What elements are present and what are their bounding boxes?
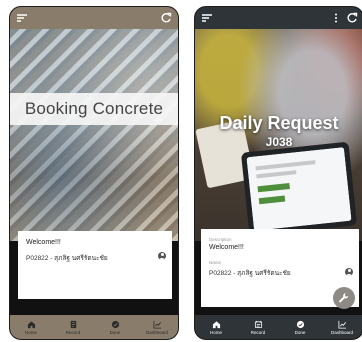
nav-done[interactable]: Done xyxy=(94,315,136,339)
bottom-navigation: Home Record Done Dashboard xyxy=(195,315,362,339)
welcome-card: Welcome!!! P02822 - สุภสิฐ นศรีรัตนะชัย xyxy=(18,231,172,299)
hero-image: Daily Request J038 xyxy=(195,29,362,241)
record-icon xyxy=(254,320,262,328)
more-vertical-icon[interactable] xyxy=(329,11,343,25)
project-code: J038 xyxy=(265,135,293,149)
hero-image xyxy=(10,29,178,241)
nav-dashboard-label: Dashboard xyxy=(330,329,353,335)
top-bar xyxy=(195,7,362,29)
top-bar xyxy=(10,7,178,29)
home-icon xyxy=(27,320,35,328)
welcome-text: Welcome!!! xyxy=(26,239,61,246)
person-icon[interactable] xyxy=(345,268,353,276)
nav-home-label: Home xyxy=(24,329,37,335)
home-icon xyxy=(212,320,220,328)
nav-done-label: Done xyxy=(109,329,121,335)
tablet-shape xyxy=(240,141,358,237)
refresh-icon[interactable] xyxy=(159,11,173,25)
name-label: Name xyxy=(209,260,222,265)
nav-record-label: Record xyxy=(250,329,266,335)
record-icon xyxy=(70,320,76,328)
nav-home-label: Home xyxy=(209,329,222,335)
nav-done[interactable]: Done xyxy=(279,315,321,339)
daily-request-phone: Daily Request J038 Description Welcome!!… xyxy=(194,6,362,340)
wrench-icon xyxy=(339,293,349,303)
nav-dashboard[interactable]: Dashboard xyxy=(321,315,362,339)
chart-icon xyxy=(152,320,161,329)
nav-record-label: Record xyxy=(65,329,81,335)
app-title: Booking Concrete xyxy=(24,99,164,118)
sort-menu-icon[interactable] xyxy=(15,11,29,25)
refresh-icon[interactable] xyxy=(345,11,359,25)
bottom-navigation: Home Record Done Dashboard xyxy=(10,315,178,339)
nav-dashboard-label: Dashboard xyxy=(145,329,168,335)
nav-home[interactable]: Home xyxy=(10,315,52,339)
welcome-text: Welcome!!! xyxy=(209,244,244,251)
nav-done-label: Done xyxy=(294,329,306,335)
nav-dashboard[interactable]: Dashboard xyxy=(136,315,178,339)
app-title: Daily Request xyxy=(219,113,339,133)
user-name: P02822 - สุภสิฐ นศรีรัตนะชัย xyxy=(26,255,108,262)
nav-record[interactable]: Record xyxy=(52,315,94,339)
app-banner: Booking Concrete xyxy=(10,93,178,125)
nav-home[interactable]: Home xyxy=(195,315,237,339)
chart-icon xyxy=(337,320,346,329)
booking-concrete-phone: Booking Concrete Welcome!!! P02822 - สุภ… xyxy=(9,6,179,340)
wrench-fab-button[interactable] xyxy=(333,287,355,309)
nav-record[interactable]: Record xyxy=(237,315,279,339)
description-label: Description xyxy=(209,237,232,242)
person-icon[interactable] xyxy=(158,252,166,260)
check-circle-icon xyxy=(296,320,304,328)
check-circle-icon xyxy=(111,320,119,328)
sort-menu-icon[interactable] xyxy=(200,11,214,25)
user-name: P02822 - สุภสิฐ นศรีรัตนะชัย xyxy=(209,270,291,277)
